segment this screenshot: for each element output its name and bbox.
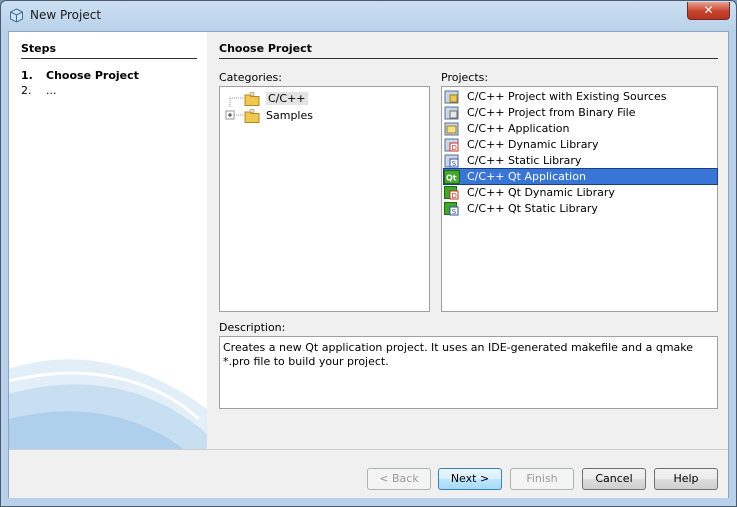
steps-title: Steps (21, 42, 57, 55)
project-label: C/C++ Static Library (467, 154, 582, 167)
projects-list[interactable]: C/C++ Project with Existing Sources C/C+… (441, 86, 718, 312)
static-library-icon: S (444, 154, 459, 168)
project-label: C/C++ Qt Dynamic Library (467, 186, 615, 199)
step-2: 2.... (21, 84, 57, 97)
decorative-swoosh-graphic (9, 359, 207, 449)
description-box: Creates a new Qt application project. It… (219, 336, 718, 409)
tree-connector-icon (229, 97, 243, 107)
steps-divider (21, 58, 197, 59)
new-project-dialog: New Project ✕ Steps 1. Choose Project 2..… (0, 0, 737, 507)
button-bar: < Back Next > Finish Cancel Help (9, 449, 728, 498)
project-qt-dynamic-library[interactable]: D C/C++ Qt Dynamic Library (444, 185, 717, 200)
step-number: 2. (21, 84, 32, 97)
step-label: Choose Project (46, 69, 139, 82)
project-label: C/C++ Project with Existing Sources (467, 90, 667, 103)
existing-sources-icon (444, 90, 459, 103)
close-icon: ✕ (703, 3, 714, 17)
panel-title: Choose Project (219, 42, 312, 55)
window-title: New Project (30, 8, 102, 22)
svg-text:S: S (452, 208, 457, 216)
application-icon (444, 122, 459, 135)
categories-label: Categories: (219, 71, 282, 84)
qt-static-library-icon: S (444, 201, 459, 216)
choose-project-panel: Choose Project Categories: C/C++ Samples… (207, 32, 728, 449)
qt-dynamic-library-icon: D (444, 185, 459, 200)
title-bar[interactable]: New Project ✕ (1, 1, 736, 31)
close-button[interactable]: ✕ (687, 2, 730, 20)
categories-tree[interactable]: C/C++ Samples (219, 86, 430, 312)
binary-file-icon (444, 106, 459, 119)
category-label: Samples (266, 109, 313, 122)
project-static-library[interactable]: S C/C++ Static Library (444, 153, 717, 168)
folder-icon (244, 108, 260, 123)
svg-text:D: D (452, 192, 457, 200)
category-label: C/C++ (266, 92, 308, 105)
panel-divider (219, 58, 718, 59)
steps-panel: Steps 1. Choose Project 2.... (9, 32, 207, 449)
project-application[interactable]: C/C++ Application (444, 121, 717, 136)
category-samples[interactable]: Samples (224, 107, 313, 124)
project-binary-file[interactable]: C/C++ Project from Binary File (444, 105, 717, 120)
project-label: C/C++ Dynamic Library (467, 138, 599, 151)
next-button[interactable]: Next > (438, 468, 502, 490)
project-dynamic-library[interactable]: D C/C++ Dynamic Library (444, 137, 717, 152)
step-label: ... (46, 84, 57, 97)
description-label: Description: (219, 321, 286, 334)
cancel-button[interactable]: Cancel (582, 468, 646, 490)
netbeans-cube-icon (10, 8, 23, 23)
project-qt-static-library[interactable]: S C/C++ Qt Static Library (444, 201, 717, 216)
folder-icon (244, 91, 260, 106)
projects-label: Projects: (441, 71, 489, 84)
expand-plus-icon[interactable] (224, 107, 244, 124)
project-label: C/C++ Project from Binary File (467, 106, 636, 119)
dialog-client-area: Steps 1. Choose Project 2.... Choose Proj… (8, 31, 729, 498)
svg-text:D: D (452, 144, 457, 152)
project-qt-application[interactable]: Qt C/C++ Qt Application (443, 168, 718, 185)
qt-application-icon: Qt (444, 169, 460, 184)
finish-button[interactable]: Finish (510, 468, 574, 490)
project-existing-sources[interactable]: C/C++ Project with Existing Sources (444, 89, 717, 104)
help-button[interactable]: Help (654, 468, 718, 490)
dynamic-library-icon: D (444, 138, 459, 152)
project-label: C/C++ Application (467, 122, 570, 135)
svg-text:S: S (452, 160, 457, 168)
category-c-cpp[interactable]: C/C++ (224, 90, 308, 107)
project-label: C/C++ Qt Static Library (467, 202, 598, 215)
project-label: C/C++ Qt Application (467, 170, 586, 183)
back-button[interactable]: < Back (367, 468, 431, 490)
svg-text:Qt: Qt (446, 173, 457, 182)
step-1: 1. Choose Project (21, 69, 139, 82)
step-number: 1. (21, 69, 33, 82)
